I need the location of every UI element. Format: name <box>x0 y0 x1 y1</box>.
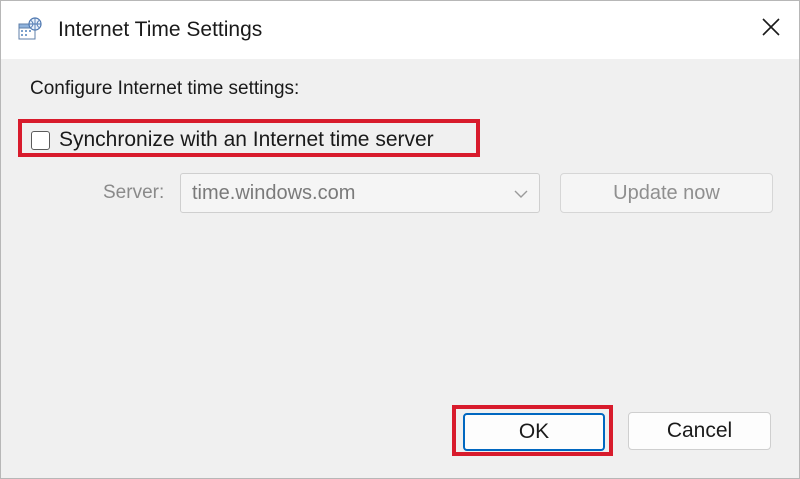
internet-time-settings-dialog: Internet Time Settings Configure Interne… <box>0 0 800 479</box>
sync-checkbox-row[interactable]: Synchronize with an Internet time server <box>31 127 434 153</box>
server-label: Server: <box>103 182 165 203</box>
server-value: time.windows.com <box>192 182 356 204</box>
window-title: Internet Time Settings <box>58 18 263 41</box>
cancel-button[interactable]: Cancel <box>628 412 771 450</box>
close-icon <box>761 17 781 42</box>
date-time-globe-icon <box>18 17 42 41</box>
update-now-button[interactable]: Update now <box>560 173 773 213</box>
chevron-down-icon <box>513 186 529 202</box>
sync-checkbox-label[interactable]: Synchronize with an Internet time server <box>59 127 434 153</box>
section-label: Configure Internet time settings: <box>30 78 300 99</box>
sync-checkbox[interactable] <box>31 130 50 150</box>
close-button[interactable] <box>751 9 791 49</box>
server-combobox[interactable]: time.windows.com <box>180 173 540 213</box>
title-bar: Internet Time Settings <box>1 1 799 59</box>
ok-button[interactable]: OK <box>463 413 605 451</box>
